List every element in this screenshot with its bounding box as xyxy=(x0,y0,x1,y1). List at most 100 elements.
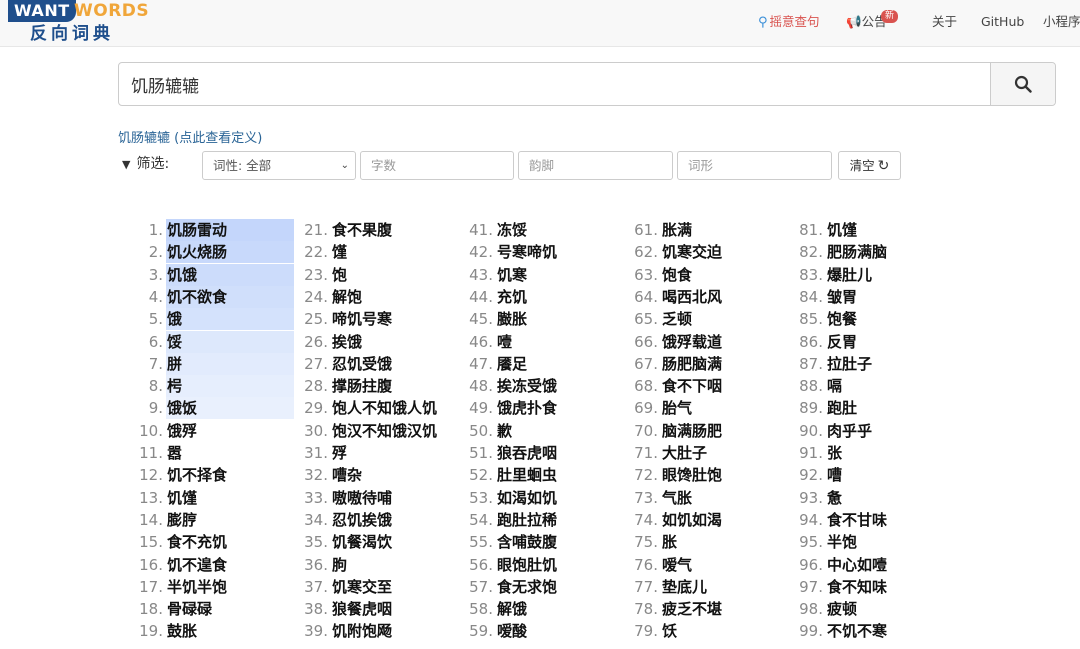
result-word[interactable]: 肠肥脑满 xyxy=(662,353,722,375)
result-word[interactable]: 饱食 xyxy=(662,264,692,286)
result-word[interactable]: 饿 xyxy=(167,308,182,330)
result-word[interactable]: 饥馑 xyxy=(827,219,857,241)
result-word[interactable]: 饥火烧肠 xyxy=(167,241,227,263)
result-word[interactable]: 食不甘味 xyxy=(827,509,887,531)
nav-mini-program[interactable]: 小程序 xyxy=(1043,0,1080,46)
result-word[interactable]: 如饥如渴 xyxy=(662,509,722,531)
result-word[interactable]: 嗳气 xyxy=(662,554,692,576)
definition-link[interactable]: 饥肠辘辘 (点此查看定义) xyxy=(118,127,262,146)
result-word[interactable]: 爆肚儿 xyxy=(827,264,872,286)
result-word[interactable]: 挨冻受饿 xyxy=(497,375,557,397)
result-word[interactable]: 撑肠拄腹 xyxy=(332,375,392,397)
result-word[interactable]: 号寒啼饥 xyxy=(497,241,557,263)
result-word[interactable]: 大肚子 xyxy=(662,442,707,464)
result-word[interactable]: 气胀 xyxy=(662,487,692,509)
result-word[interactable]: 饥附饱飏 xyxy=(332,620,392,642)
result-word[interactable]: 嗳酸 xyxy=(497,620,527,642)
result-word[interactable]: 喝西北风 xyxy=(662,286,722,308)
nav-github[interactable]: GitHub xyxy=(981,0,1024,46)
nav-about[interactable]: 关于 xyxy=(932,0,957,46)
result-word[interactable]: 垫底儿 xyxy=(662,576,707,598)
result-word[interactable]: 膨脝 xyxy=(167,509,197,531)
nav-notice[interactable]: 📢公告 新 xyxy=(846,0,899,46)
result-word[interactable]: 充饥 xyxy=(497,286,527,308)
result-word[interactable]: 眼馋肚饱 xyxy=(662,464,722,486)
result-word[interactable]: 餍足 xyxy=(497,353,527,375)
result-word[interactable]: 饥寒 xyxy=(497,264,527,286)
result-word[interactable]: 骨碌碌 xyxy=(167,598,212,620)
result-word[interactable]: 饥馑 xyxy=(167,487,197,509)
result-word[interactable]: 惫 xyxy=(827,487,842,509)
result-word[interactable]: 胼 xyxy=(167,353,182,375)
result-word[interactable]: 狼餐虎咽 xyxy=(332,598,392,620)
result-word[interactable]: 枵 xyxy=(167,375,182,397)
result-word[interactable]: 嘈 xyxy=(827,464,842,486)
search-input[interactable] xyxy=(119,63,993,105)
result-word[interactable]: 胀 xyxy=(662,531,677,553)
result-word[interactable]: 肉乎乎 xyxy=(827,420,872,442)
result-word[interactable]: 嗷嗷待哺 xyxy=(332,487,392,509)
result-word[interactable]: 饥寒交至 xyxy=(332,576,392,598)
result-word[interactable]: 食不充饥 xyxy=(167,531,227,553)
result-word[interactable]: 解饿 xyxy=(497,598,527,620)
result-word[interactable]: 嘈杂 xyxy=(332,464,362,486)
result-word[interactable]: 半饥半饱 xyxy=(167,576,227,598)
result-word[interactable]: 歉 xyxy=(497,420,512,442)
result-word[interactable]: 含哺鼓腹 xyxy=(497,531,557,553)
result-word[interactable]: 肥肠满脑 xyxy=(827,241,887,263)
result-word[interactable]: 如渴如饥 xyxy=(497,487,557,509)
result-word[interactable]: 肚里蛔虫 xyxy=(497,464,557,486)
pos-select[interactable]: 词性: 全部 ⌄ xyxy=(202,151,356,180)
result-word[interactable]: 朐 xyxy=(332,554,347,576)
result-word[interactable]: 饱餐 xyxy=(827,308,857,330)
result-word[interactable]: 饿殍 xyxy=(167,420,197,442)
result-word[interactable]: 跑肚拉稀 xyxy=(497,509,557,531)
result-word[interactable]: 忍饥挨饿 xyxy=(332,509,392,531)
word-shape-input[interactable] xyxy=(677,151,832,180)
result-word[interactable]: 馁 xyxy=(167,331,182,353)
result-word[interactable]: 饥餐渴饮 xyxy=(332,531,392,553)
result-word[interactable]: 胀满 xyxy=(662,219,692,241)
result-word[interactable]: 饿虎扑食 xyxy=(497,397,557,419)
result-word[interactable]: 半饱 xyxy=(827,531,857,553)
result-word[interactable]: 饥不择食 xyxy=(167,464,227,486)
result-word[interactable]: 饥饿 xyxy=(167,264,197,286)
result-word[interactable]: 饱 xyxy=(332,264,347,286)
result-word[interactable]: 忍饥受饿 xyxy=(332,353,392,375)
result-word[interactable]: 拉肚子 xyxy=(827,353,872,375)
result-word[interactable]: 食不知味 xyxy=(827,576,887,598)
result-word[interactable]: 疲顿 xyxy=(827,598,857,620)
result-word[interactable]: 解饱 xyxy=(332,286,362,308)
wantwords-logo[interactable]: WANT WORDS 反向词典 xyxy=(8,0,158,46)
result-word[interactable]: 殍 xyxy=(332,442,347,464)
result-word[interactable]: 饥肠雷动 xyxy=(167,219,227,241)
result-word[interactable]: 饫 xyxy=(662,620,677,642)
clear-button[interactable]: 清空 ↻ xyxy=(838,151,901,180)
rhyme-input[interactable] xyxy=(518,151,673,180)
result-word[interactable]: 皱胃 xyxy=(827,286,857,308)
result-word[interactable]: 挨饿 xyxy=(332,331,362,353)
result-word[interactable]: 反胃 xyxy=(827,331,857,353)
result-word[interactable]: 嚣 xyxy=(167,442,182,464)
search-button[interactable] xyxy=(990,63,1055,105)
result-word[interactable]: 中心如噎 xyxy=(827,554,887,576)
result-word[interactable]: 冻馁 xyxy=(497,219,527,241)
result-word[interactable]: 鼓胀 xyxy=(167,620,197,642)
result-word[interactable]: 食无求饱 xyxy=(497,576,557,598)
result-word[interactable]: 眼饱肚饥 xyxy=(497,554,557,576)
char-count-input[interactable] xyxy=(360,151,514,180)
result-word[interactable]: 饱汉不知饿汉饥 xyxy=(332,420,437,442)
result-word[interactable]: 饥寒交迫 xyxy=(662,241,722,263)
result-word[interactable]: 狼吞虎咽 xyxy=(497,442,557,464)
result-word[interactable]: 跑肚 xyxy=(827,397,857,419)
result-word[interactable]: 疲乏不堪 xyxy=(662,598,722,620)
result-word[interactable]: 馑 xyxy=(332,241,347,263)
result-word[interactable]: 食不下咽 xyxy=(662,375,722,397)
result-word[interactable]: 啼饥号寒 xyxy=(332,308,392,330)
result-word[interactable]: 张 xyxy=(827,442,842,464)
result-word[interactable]: 脑满肠肥 xyxy=(662,420,722,442)
result-word[interactable]: 饿饭 xyxy=(167,397,197,419)
result-word[interactable]: 饥不遑食 xyxy=(167,554,227,576)
result-word[interactable]: 嗝 xyxy=(827,375,842,397)
result-word[interactable]: 食不果腹 xyxy=(332,219,392,241)
